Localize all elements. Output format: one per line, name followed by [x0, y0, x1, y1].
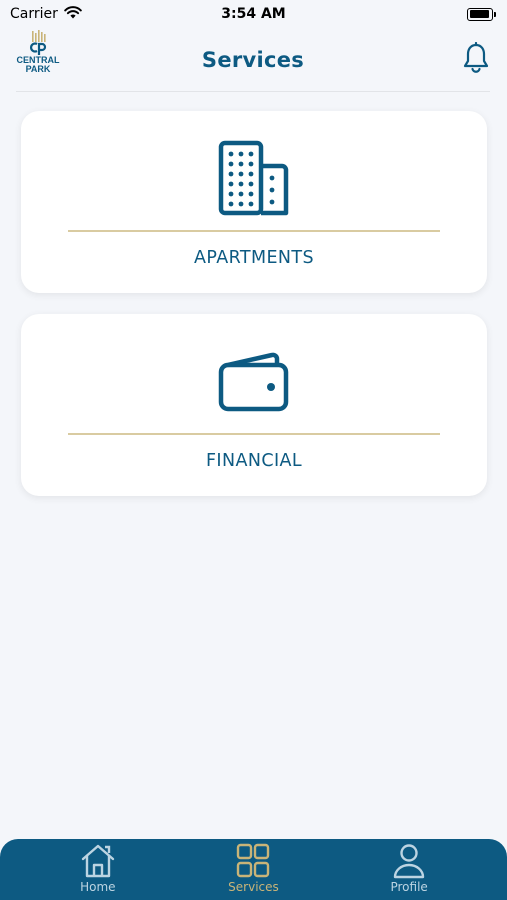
card-divider [68, 230, 440, 232]
carrier-label: Carrier [10, 6, 58, 22]
status-bar: Carrier 3:54 AM [0, 0, 507, 28]
home-icon [81, 844, 115, 878]
services-screen: Carrier 3:54 AM CENTRAL PARK Services AP… [0, 0, 507, 900]
tab-home-label: Home [80, 880, 116, 894]
wallet-icon [218, 342, 290, 420]
apartments-label: APARTMENTS [194, 248, 314, 268]
battery-icon [467, 7, 496, 21]
tab-profile[interactable]: Profile [354, 839, 464, 894]
buildings-icon [218, 139, 290, 217]
tab-home[interactable]: Home [43, 839, 153, 894]
logo-mark-icon [29, 30, 47, 55]
page-title: Services [201, 47, 305, 72]
tab-services-label: Services [228, 880, 279, 894]
wifi-icon [64, 5, 82, 23]
tab-services[interactable]: Services [198, 839, 308, 894]
apartments-card[interactable]: APARTMENTS [21, 111, 487, 293]
bottom-tab-bar: Home Services Profile [0, 839, 507, 900]
financial-card[interactable]: FINANCIAL [21, 314, 487, 496]
financial-label: FINANCIAL [205, 451, 303, 471]
logo-text-line2: PARK [25, 64, 51, 74]
bell-icon[interactable] [462, 41, 490, 78]
tab-profile-label: Profile [390, 880, 428, 894]
status-left: Carrier [10, 5, 82, 23]
battery-fill [469, 10, 490, 18]
grid-icon [237, 843, 270, 878]
card-divider [68, 433, 440, 435]
central-park-logo[interactable]: CENTRAL PARK [16, 30, 60, 74]
header: CENTRAL PARK Services [16, 28, 490, 92]
person-icon [393, 844, 425, 879]
